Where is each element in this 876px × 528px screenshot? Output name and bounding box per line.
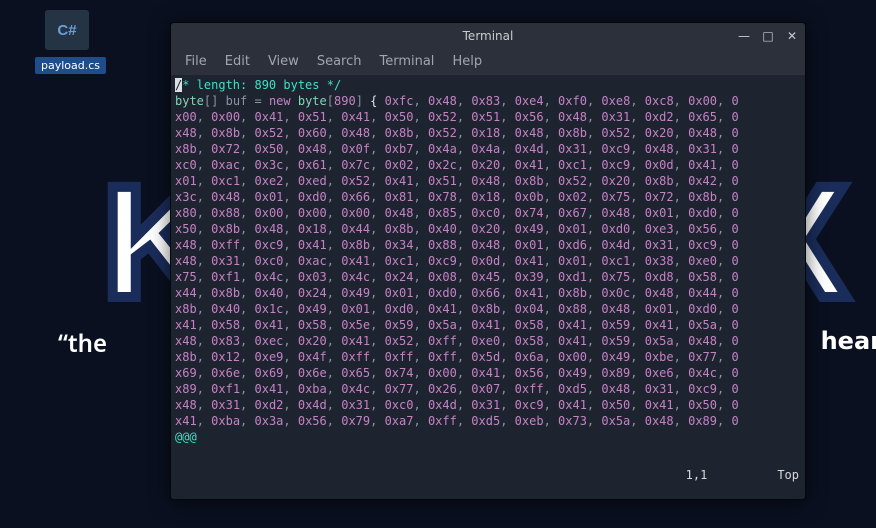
window-titlebar[interactable]: Terminal — □ ✕ <box>171 23 805 49</box>
terminal-window: Terminal — □ ✕ File Edit View Search Ter… <box>170 22 806 500</box>
vim-status-line: 1,1 Top <box>171 467 805 483</box>
terminal-text-area[interactable]: /* length: 890 bytes */byte[] buf = new … <box>171 75 805 467</box>
bg-tagline-right: hear <box>821 327 876 355</box>
desktop-file-label: payload.cs <box>35 57 106 74</box>
menu-file[interactable]: File <box>185 54 207 69</box>
menu-view[interactable]: View <box>268 54 299 69</box>
desktop-file-icon[interactable]: C# payload.cs <box>35 10 99 74</box>
menu-bar: File Edit View Search Terminal Help <box>171 49 805 75</box>
vim-command-line[interactable] <box>171 483 805 499</box>
menu-terminal[interactable]: Terminal <box>379 54 434 69</box>
window-close-button[interactable]: ✕ <box>785 29 799 43</box>
window-title: Terminal <box>463 29 514 43</box>
cursor-position: 1,1 <box>686 468 708 482</box>
menu-edit[interactable]: Edit <box>225 54 250 69</box>
scroll-position: Top <box>777 468 799 482</box>
menu-search[interactable]: Search <box>317 54 362 69</box>
window-minimize-button[interactable]: — <box>737 29 751 43</box>
bg-tagline-left: “the <box>58 327 107 360</box>
csharp-icon: C# <box>45 10 89 50</box>
window-maximize-button[interactable]: □ <box>761 29 775 43</box>
menu-help[interactable]: Help <box>452 54 482 69</box>
